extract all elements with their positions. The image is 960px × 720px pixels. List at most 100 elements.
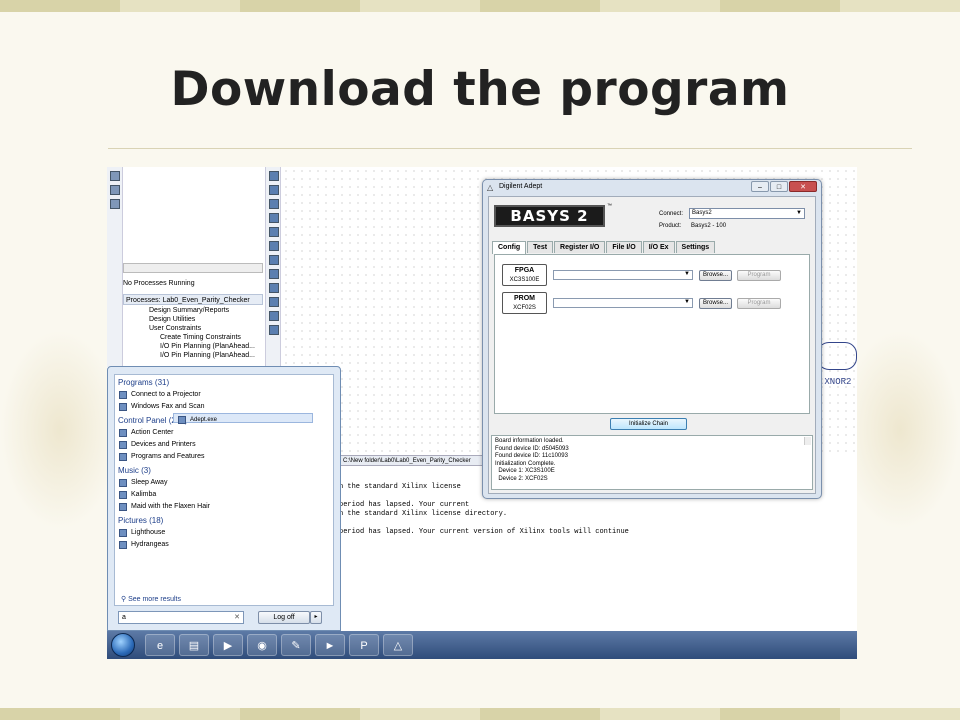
toolbar-icon[interactable] <box>269 325 279 335</box>
process-item[interactable]: Create Timing Constraints <box>123 333 268 342</box>
programs-icon <box>119 453 127 461</box>
connect-select[interactable]: Basys2 ▼ <box>689 208 805 219</box>
console-line: period has lapsed. Your current version … <box>339 528 629 536</box>
minimize-icon[interactable]: – <box>751 181 769 192</box>
xnor-gate[interactable] <box>817 342 857 370</box>
gate-label: .XNOR2 <box>819 377 852 387</box>
tab-register-io[interactable]: Register I/O <box>554 241 606 253</box>
toolbar-icon[interactable] <box>269 283 279 293</box>
basys2-logo: BASYS 2 <box>494 205 605 227</box>
prom-program-button[interactable]: Program <box>737 298 781 309</box>
toolbar-icon[interactable] <box>110 185 120 195</box>
initialize-chain-button[interactable]: Initialize Chain <box>610 418 687 430</box>
result-label: Programs and Features <box>131 453 205 460</box>
result-label: Devices and Printers <box>131 441 196 448</box>
toolbar-icon[interactable] <box>269 199 279 209</box>
result-item[interactable]: Devices and Printers <box>115 439 333 451</box>
toolbar-icon[interactable] <box>110 171 120 181</box>
tab-config[interactable]: Config <box>492 241 527 254</box>
start-search-input[interactable]: a ✕ <box>118 611 244 624</box>
see-more-link[interactable]: ⚲ See more results <box>121 595 181 603</box>
ise-icon[interactable]: ✎ <box>281 634 311 656</box>
adept-body: BASYS 2 ™ Connect: Basys2 ▼ Product: Basy… <box>488 196 816 494</box>
product-value: Basys2 - 100 <box>691 223 727 229</box>
prom-file-select[interactable]: ▼ <box>553 298 693 308</box>
result-item[interactable]: Lighthouse <box>115 527 333 539</box>
powerpoint-icon[interactable]: P <box>349 634 379 656</box>
process-list: Design Summary/Reports Design Utilities … <box>123 306 268 360</box>
taskbar: e ▤ ▶ ◉ ✎ ► P △ <box>107 631 857 659</box>
screenshot: No Processes Running Processes: Lab0_Eve… <box>107 167 857 659</box>
group-header[interactable]: Programs (31) <box>115 377 333 389</box>
toolbar-icon[interactable] <box>269 269 279 279</box>
result-item[interactable]: Programs and Features <box>115 451 333 463</box>
toolbar-icon[interactable] <box>269 185 279 195</box>
result-label: Hydrangeas <box>131 541 169 548</box>
logoff-button[interactable]: Log off <box>258 611 310 624</box>
toolbar-icon[interactable] <box>269 213 279 223</box>
result-item[interactable]: Hydrangeas <box>115 539 333 551</box>
toolbar-icon[interactable] <box>110 199 120 209</box>
process-item[interactable]: I/O Pin Planning (PlanAhead... <box>123 342 268 351</box>
horizontal-scrollbar[interactable] <box>123 263 263 273</box>
process-item[interactable]: Design Summary/Reports <box>123 306 268 315</box>
start-button[interactable] <box>111 633 135 657</box>
log-line: Board information loaded. <box>495 438 564 444</box>
music-icon <box>119 479 127 487</box>
console-line: period has lapsed. Your current <box>339 501 470 509</box>
close-icon[interactable]: ✕ <box>789 181 817 192</box>
flag-icon <box>119 429 127 437</box>
result-item-selected[interactable]: Adept.exe <box>173 413 313 424</box>
explorer-icon[interactable]: ▤ <box>179 634 209 656</box>
log-line: Device 1: XC3S100E <box>495 468 555 474</box>
media-player-icon[interactable]: ▶ <box>213 634 243 656</box>
result-item[interactable]: Windows Fax and Scan <box>115 401 333 413</box>
trademark-icon: ™ <box>607 203 612 209</box>
process-item[interactable]: Design Utilities <box>123 315 268 324</box>
connect-value: Basys2 <box>692 210 712 216</box>
log-scrollbar[interactable] <box>804 437 811 445</box>
process-item[interactable]: I/O Pin Planning (PlanAhead... <box>123 351 268 360</box>
result-label: Adept.exe <box>190 417 218 423</box>
fpga-program-button[interactable]: Program <box>737 270 781 281</box>
group-header[interactable]: Music (3) <box>115 465 333 477</box>
maximize-icon[interactable]: □ <box>770 181 788 192</box>
ie-icon[interactable]: e <box>145 634 175 656</box>
clear-icon[interactable]: ✕ <box>234 612 240 623</box>
top-stripe <box>0 0 960 12</box>
prom-device: PROM XCF02S <box>502 292 547 314</box>
shutdown-options-arrow-icon[interactable]: ▸ <box>310 611 322 624</box>
toolbar-icon[interactable] <box>269 241 279 251</box>
toolbar-icon[interactable] <box>269 227 279 237</box>
adept-taskbar-icon[interactable]: △ <box>383 634 413 656</box>
process-item[interactable]: User Constraints <box>123 324 268 333</box>
status-text: No Processes Running <box>123 280 195 287</box>
result-item[interactable]: Action Center <box>115 427 333 439</box>
chevron-down-icon: ▼ <box>796 210 802 216</box>
impact-icon[interactable]: ► <box>315 634 345 656</box>
toolbar-icon[interactable] <box>269 311 279 321</box>
toolbar-icon[interactable] <box>269 171 279 181</box>
fpga-browse-button[interactable]: Browse... <box>699 270 732 281</box>
file-path-tab[interactable]: C:\New folder\Lab0\Lab0_Even_Parity_Chec… <box>339 455 484 466</box>
result-item[interactable]: Kalimba <box>115 489 333 501</box>
music-icon <box>119 491 127 499</box>
fpga-file-select[interactable]: ▼ <box>553 270 693 280</box>
config-panel: FPGA XC3S100E ▼ Browse... Program PROM XCF… <box>494 254 810 414</box>
adept-window: △ Digilent Adept – □ ✕ BASYS 2 ™ Connect… <box>482 179 822 499</box>
chrome-icon[interactable]: ◉ <box>247 634 277 656</box>
toolbar-icon[interactable] <box>269 255 279 265</box>
tab-test[interactable]: Test <box>527 241 554 253</box>
result-item[interactable]: Maid with the Flaxen Hair <box>115 501 333 513</box>
group-header[interactable]: Pictures (18) <box>115 515 333 527</box>
result-item[interactable]: Connect to a Projector <box>115 389 333 401</box>
result-item[interactable]: Sleep Away <box>115 477 333 489</box>
prom-browse-button[interactable]: Browse... <box>699 298 732 309</box>
tab-file-io[interactable]: File I/O <box>606 241 642 253</box>
start-menu: Programs (31) Connect to a Projector Win… <box>107 366 341 631</box>
tab-io-ex[interactable]: I/O Ex <box>642 241 675 253</box>
fpga-device: FPGA XC3S100E <box>502 264 547 286</box>
tab-settings[interactable]: Settings <box>675 241 716 253</box>
window-title: Digilent Adept <box>499 183 543 190</box>
toolbar-icon[interactable] <box>269 297 279 307</box>
